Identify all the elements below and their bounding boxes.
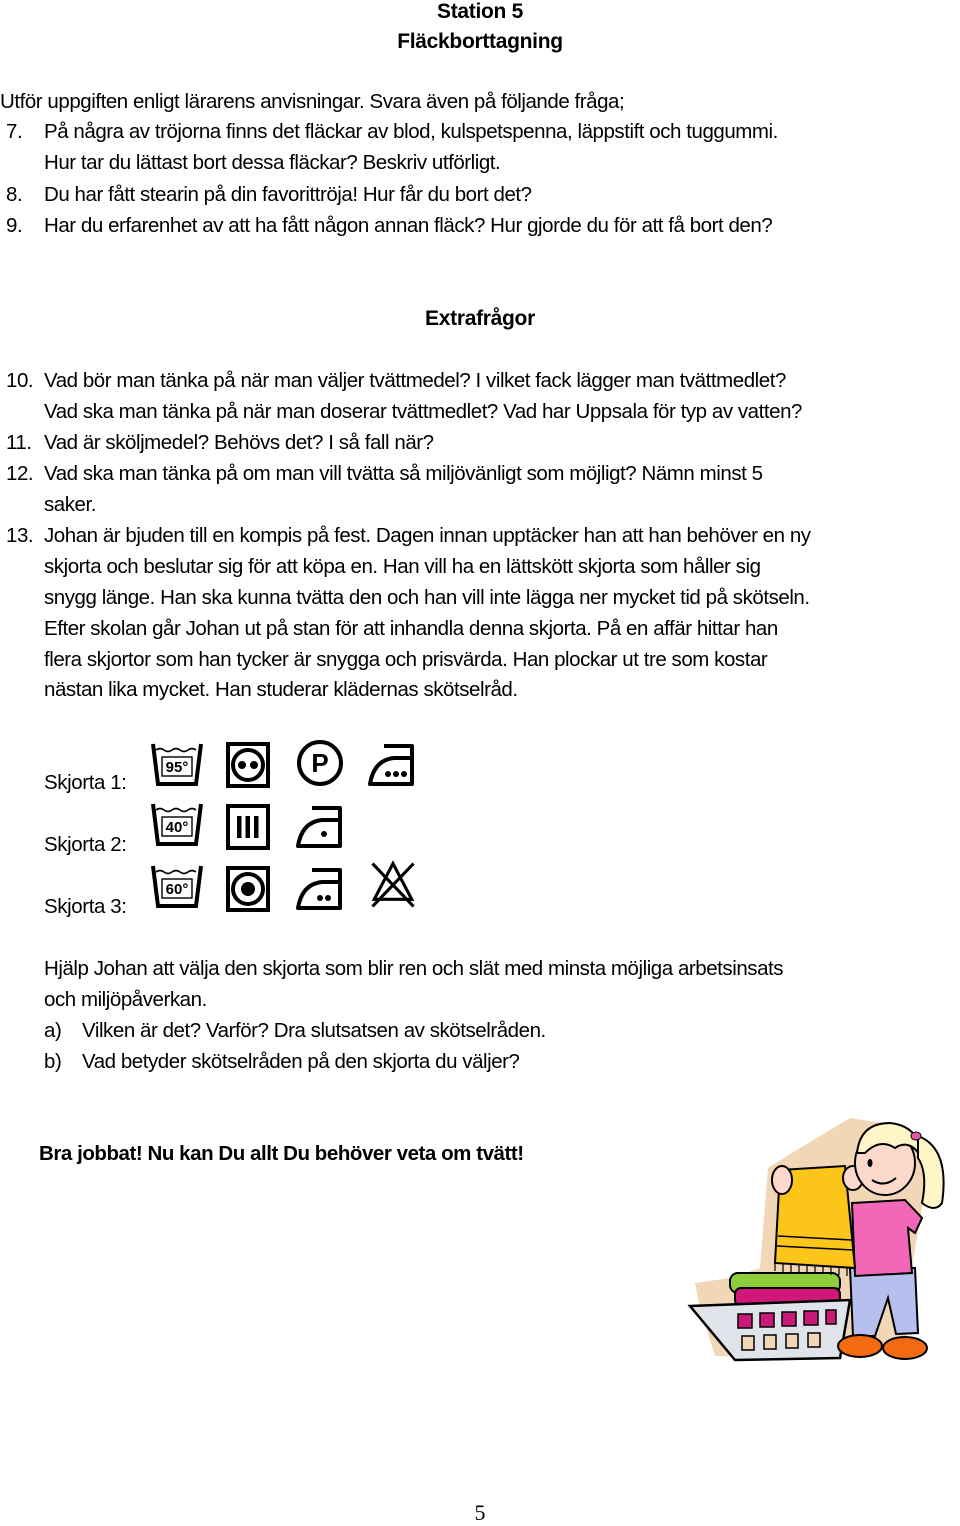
page-number: 5: [474, 1500, 486, 1525]
document-page: Station 5 Fläckborttagning Utför uppgift…: [0, 0, 960, 1526]
extra-heading: Extrafrågor: [425, 307, 535, 330]
question-number: 11.: [6, 431, 32, 454]
wash-95-icon: 95°: [150, 740, 204, 790]
task-line-2: och miljöpåverkan.: [44, 988, 207, 1011]
subquestion-marker-b: b): [44, 1050, 62, 1073]
wash-temp-label: 40°: [166, 819, 189, 836]
shirt-3-label: Skjorta 3:: [44, 895, 127, 918]
question-10-line-1: Vad bör man tänka på när man väljer tvät…: [44, 369, 786, 392]
tumble-dry-normal-icon: [222, 864, 276, 914]
no-bleach-icon: [366, 860, 420, 910]
subquestion-b-text: Vad betyder skötselråden på den skjorta …: [82, 1050, 520, 1073]
question-9-line-1: Har du erfarenhet av att ha fått någon a…: [44, 214, 773, 237]
question-7-line-1: På några av tröjorna finns det fläckar a…: [44, 120, 778, 143]
closing-message: Bra jobbat! Nu kan Du allt Du behöver ve…: [39, 1142, 524, 1165]
svg-text:P: P: [311, 748, 328, 778]
page-subtitle: Fläckborttagning: [397, 30, 563, 53]
question-13-line-3: snygg länge. Han ska kunna tvätta den oc…: [44, 586, 810, 609]
iron-medium-icon: [294, 864, 348, 914]
iron-high-icon: [366, 740, 420, 790]
wash-40-icon: 40°: [150, 800, 204, 850]
question-number: 7.: [6, 120, 23, 143]
question-8-line-1: Du har fått stearin på din favorittröja!…: [44, 183, 532, 206]
wash-temp-label: 95°: [166, 759, 189, 776]
question-13-line-6: nästan lika mycket. Han studerar klädern…: [44, 678, 518, 701]
question-7-line-2: Hur tar du lättast bort dessa fläckar? B…: [44, 151, 501, 174]
dry-clean-p-icon: P: [294, 738, 348, 788]
question-number: 9.: [6, 214, 23, 237]
shirt-1-label: Skjorta 1:: [44, 771, 127, 794]
tumble-dry-high-icon: [222, 740, 276, 790]
iron-low-icon: [294, 802, 348, 852]
subquestion-marker-a: a): [44, 1019, 62, 1042]
station-title: Station 5: [437, 0, 523, 23]
question-13-line-1: Johan är bjuden till en kompis på fest. …: [44, 524, 811, 547]
task-line-1: Hjälp Johan att välja den skjorta som bl…: [44, 957, 784, 980]
question-10-line-2: Vad ska man tänka på när man doserar tvä…: [44, 400, 802, 423]
shirt-2-label: Skjorta 2:: [44, 833, 127, 856]
question-number: 8.: [6, 183, 23, 206]
question-13-line-2: skjorta och beslutar sig för att köpa en…: [44, 555, 761, 578]
question-11-line-1: Vad är sköljmedel? Behövs det? I så fall…: [44, 431, 434, 454]
question-number: 10.: [6, 369, 34, 392]
question-13-line-4: Efter skolan går Johan ut på stan för at…: [44, 617, 778, 640]
question-12-line-1: Vad ska man tänka på om man vill tvätta …: [44, 462, 763, 485]
wash-60-icon: 60°: [150, 862, 204, 912]
drip-dry-icon: [222, 802, 276, 852]
wash-temp-label: 60°: [166, 881, 189, 898]
subquestion-a-text: Vilken är det? Varför? Dra slutsatsen av…: [82, 1019, 546, 1042]
question-number: 13.: [6, 524, 34, 547]
girl-folding-laundry-clipart: [660, 1108, 960, 1378]
question-13-line-5: flera skjortor som han tycker är snygga …: [44, 648, 768, 671]
question-12-line-2: saker.: [44, 493, 96, 516]
question-number: 12.: [6, 462, 34, 485]
intro-text: Utför uppgiften enligt lärarens anvisnin…: [0, 90, 625, 113]
